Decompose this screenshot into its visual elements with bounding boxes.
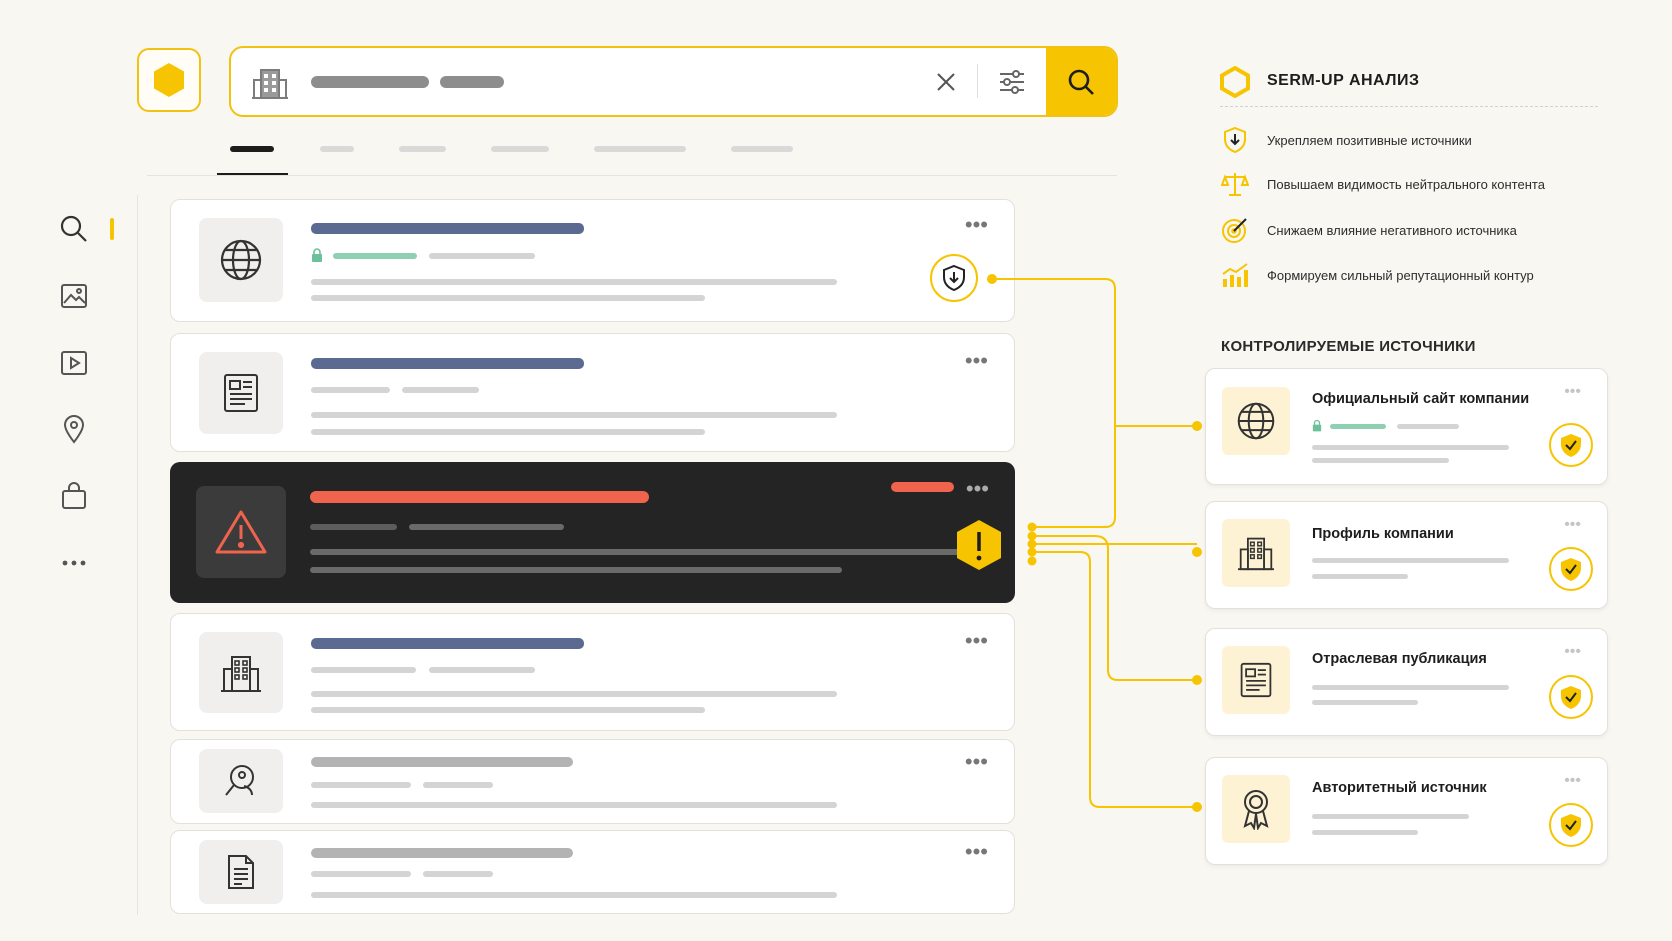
source-card-company-profile[interactable]: Профиль компании ••• xyxy=(1205,501,1608,609)
source-name: Профиль компании xyxy=(1312,526,1454,542)
source-snippet xyxy=(1312,574,1408,579)
scales-icon xyxy=(1221,170,1249,198)
more-options-icon[interactable]: ••• xyxy=(1564,643,1581,661)
source-snippet xyxy=(1312,700,1418,705)
more-options-icon[interactable]: ••• xyxy=(1564,772,1581,790)
lock-icon xyxy=(1312,419,1322,437)
more-options-icon[interactable]: ••• xyxy=(1564,383,1581,401)
target-icon xyxy=(1221,216,1249,244)
feature-item: Снижаем влияние негативного источника xyxy=(1221,216,1517,244)
feature-text: Повышаем видимость нейтрального контента xyxy=(1267,176,1545,192)
feature-text: Формируем сильный репутационный контур xyxy=(1267,267,1534,283)
shield-check-icon xyxy=(1549,803,1593,847)
panel-divider xyxy=(1220,106,1598,107)
source-meta xyxy=(1397,424,1459,429)
award-ribbon-icon xyxy=(1222,775,1290,843)
shield-check-icon xyxy=(1549,675,1593,719)
source-snippet xyxy=(1312,830,1418,835)
growth-chart-icon xyxy=(1221,261,1249,289)
source-name: Авторитетный источник xyxy=(1312,780,1487,796)
panel-title: SERM-UP АНАЛИЗ xyxy=(1267,72,1420,89)
source-snippet xyxy=(1312,458,1449,463)
source-card-official-site[interactable]: Официальный сайт компании ••• xyxy=(1205,368,1608,485)
newspaper-icon xyxy=(1222,646,1290,714)
feature-item: Формируем сильный репутационный контур xyxy=(1221,261,1534,289)
feature-item: Укрепляем позитивные источники xyxy=(1221,126,1472,154)
source-name: Отраслевая публикация xyxy=(1312,651,1487,667)
feature-text: Укрепляем позитивные источники xyxy=(1267,132,1472,148)
globe-icon xyxy=(1222,387,1290,455)
sources-title: КОНТРОЛИРУЕМЫЕ ИСТОЧНИКИ xyxy=(1221,338,1476,355)
source-snippet xyxy=(1312,685,1509,690)
source-name: Официальный сайт компании xyxy=(1312,391,1530,407)
more-options-icon[interactable]: ••• xyxy=(1564,516,1581,534)
shield-check-icon xyxy=(1549,423,1593,467)
source-snippet xyxy=(1312,558,1509,563)
source-snippet xyxy=(1312,814,1469,819)
source-url xyxy=(1330,424,1386,429)
source-snippet xyxy=(1312,445,1509,450)
building-icon xyxy=(1222,519,1290,587)
hexagon-logo-icon xyxy=(1220,65,1250,103)
shield-arrow-icon xyxy=(1221,126,1249,154)
source-card-industry-publication[interactable]: Отраслевая публикация ••• xyxy=(1205,628,1608,736)
feature-item: Повышаем видимость нейтрального контента xyxy=(1221,170,1545,198)
feature-text: Снижаем влияние негативного источника xyxy=(1267,222,1517,238)
shield-check-icon xyxy=(1549,547,1593,591)
source-card-authoritative-source[interactable]: Авторитетный источник ••• xyxy=(1205,757,1608,865)
